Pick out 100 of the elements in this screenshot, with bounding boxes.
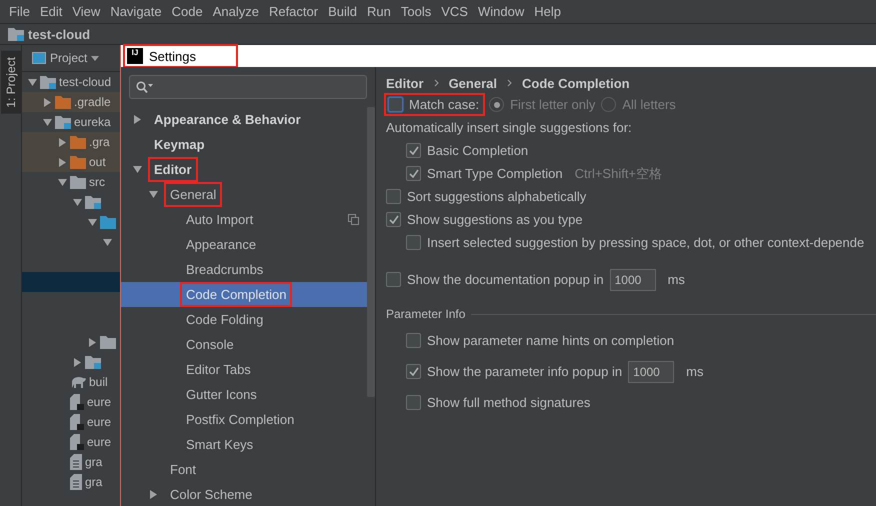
settings-tree-item[interactable]: General: [166, 184, 220, 205]
text-file-icon: [70, 474, 82, 490]
search-icon: [136, 81, 154, 93]
tree-item-label[interactable]: gra: [85, 455, 102, 469]
collapsed-arrow-icon[interactable]: [43, 98, 52, 106]
project-tool-tab[interactable]: 1: Project: [0, 51, 20, 114]
collapsed-arrow-icon[interactable]: [58, 158, 67, 166]
tree-item-label[interactable]: test-cloud: [59, 75, 112, 89]
expanded-arrow-icon[interactable]: [73, 198, 82, 206]
menu-item[interactable]: Refactor: [264, 4, 324, 19]
section-title: Parameter Info: [386, 307, 466, 321]
tree-item-label[interactable]: .gradle: [74, 95, 111, 109]
menu-item[interactable]: VCS: [436, 4, 473, 19]
checkbox-label[interactable]: Sort suggestions alphabetically: [407, 189, 586, 204]
breadcrumb-item[interactable]: Editor: [386, 76, 424, 90]
number-field[interactable]: 1000: [610, 268, 656, 290]
breadcrumb-item[interactable]: test-cloud: [28, 26, 90, 42]
tree-item-label[interactable]: buil: [89, 375, 108, 389]
expanded-arrow-icon[interactable]: [58, 178, 67, 186]
tree-item-label[interactable]: src: [89, 175, 105, 189]
menu-item[interactable]: Help: [529, 4, 566, 19]
settings-tree-item[interactable]: Appearance: [182, 234, 260, 255]
menu-item[interactable]: Code: [166, 4, 208, 19]
tree-item-label[interactable]: eureka: [74, 115, 111, 129]
menu-item[interactable]: Edit: [34, 4, 68, 19]
menu-item[interactable]: Navigate: [105, 4, 167, 19]
menu-item[interactable]: Run: [362, 4, 396, 19]
checkbox-label[interactable]: Basic Completion: [427, 143, 528, 158]
settings-tree-item[interactable]: Smart Keys: [182, 434, 258, 455]
elephant-icon: [70, 376, 86, 388]
app-logo: IJ: [127, 48, 143, 64]
expanded-arrow-icon[interactable]: [133, 165, 142, 174]
checkbox[interactable]: [406, 333, 421, 348]
collapsed-arrow-icon[interactable]: [88, 338, 97, 346]
breadcrumb-item[interactable]: Code Completion: [522, 76, 630, 90]
checkbox[interactable]: [406, 395, 421, 410]
module-folder-icon: [85, 355, 101, 369]
checkbox-label[interactable]: Show parameter name hints on completion: [427, 333, 674, 348]
tree-item-label[interactable]: eure: [87, 435, 112, 449]
chevron-right-icon: [434, 79, 439, 87]
collapsed-arrow-icon[interactable]: [73, 358, 82, 366]
file-icon: [70, 434, 84, 450]
settings-tree-item[interactable]: Color Scheme: [166, 484, 256, 505]
checkbox[interactable]: [406, 143, 421, 158]
checkbox-label[interactable]: Show suggestions as you type: [407, 212, 583, 227]
expanded-arrow-icon[interactable]: [43, 118, 52, 126]
tree-item-label[interactable]: gra: [85, 475, 102, 489]
checkbox[interactable]: [388, 97, 403, 112]
checkbox[interactable]: [406, 364, 421, 379]
checkbox-label[interactable]: Insert selected suggestion by pressing space, dot, or other context-depende: [427, 235, 864, 250]
checkbox[interactable]: [386, 189, 401, 204]
checkbox-label[interactable]: Smart Type Completion: [427, 166, 563, 181]
checkbox[interactable]: [406, 235, 421, 250]
collapsed-arrow-icon[interactable]: [58, 138, 67, 146]
settings-tree-item[interactable]: Code Folding: [182, 309, 268, 330]
unit-label: ms: [686, 364, 704, 379]
expanded-arrow-icon[interactable]: [103, 238, 112, 246]
panel-title[interactable]: Project: [50, 51, 88, 65]
tree-item-label[interactable]: eure: [87, 395, 112, 409]
checkbox[interactable]: [386, 272, 401, 287]
dropdown-caret-icon[interactable]: [91, 56, 100, 60]
settings-tree-item[interactable]: Appearance & Behavior: [150, 109, 305, 130]
settings-tree-item[interactable]: Keymap: [150, 134, 209, 155]
menu-item[interactable]: Analyze: [208, 4, 264, 19]
expanded-arrow-icon[interactable]: [149, 190, 158, 199]
panel-icon: [32, 52, 46, 64]
settings-tree-item[interactable]: Gutter Icons: [182, 384, 261, 405]
breadcrumb-item[interactable]: General: [448, 76, 497, 90]
scrollbar[interactable]: [367, 107, 375, 397]
checkbox[interactable]: [386, 212, 401, 227]
settings-tree-item[interactable]: Editor: [150, 159, 196, 180]
settings-tree-item[interactable]: Postfix Completion: [182, 409, 298, 430]
folder-icon: [70, 135, 86, 149]
search-field[interactable]: [129, 75, 367, 99]
settings-tree-item[interactable]: Font: [166, 459, 200, 480]
expanded-arrow-icon[interactable]: [28, 78, 37, 86]
expanded-arrow-icon[interactable]: [88, 218, 97, 226]
menu-item[interactable]: Build: [323, 4, 362, 19]
checkbox-label[interactable]: Show the documentation popup in: [407, 272, 604, 287]
collapsed-arrow-icon[interactable]: [149, 490, 158, 499]
settings-tree-item[interactable]: Auto Import: [182, 209, 258, 230]
collapsed-arrow-icon[interactable]: [133, 115, 142, 124]
tree-item-label[interactable]: out: [89, 155, 106, 169]
tree-item-label[interactable]: .gra: [89, 135, 110, 149]
text-file-icon: [70, 454, 82, 470]
settings-tree-item[interactable]: Editor Tabs: [182, 359, 255, 380]
checkbox-label[interactable]: Match case:: [409, 97, 480, 112]
checkbox[interactable]: [406, 166, 421, 181]
menu-item[interactable]: File: [4, 4, 35, 19]
settings-tree-item[interactable]: Breadcrumbs: [182, 259, 268, 280]
unit-label: ms: [668, 272, 685, 287]
tree-item-label[interactable]: eure: [87, 415, 112, 429]
menu-item[interactable]: Tools: [396, 4, 436, 19]
settings-tree-item[interactable]: Console: [182, 334, 238, 355]
menu-item[interactable]: Window: [472, 4, 530, 19]
folder-icon: [100, 335, 116, 349]
menu-item[interactable]: View: [67, 4, 106, 19]
number-field[interactable]: 1000: [628, 360, 674, 382]
checkbox-label[interactable]: Show the parameter info popup in: [427, 364, 622, 379]
checkbox-label[interactable]: Show full method signatures: [427, 395, 590, 410]
